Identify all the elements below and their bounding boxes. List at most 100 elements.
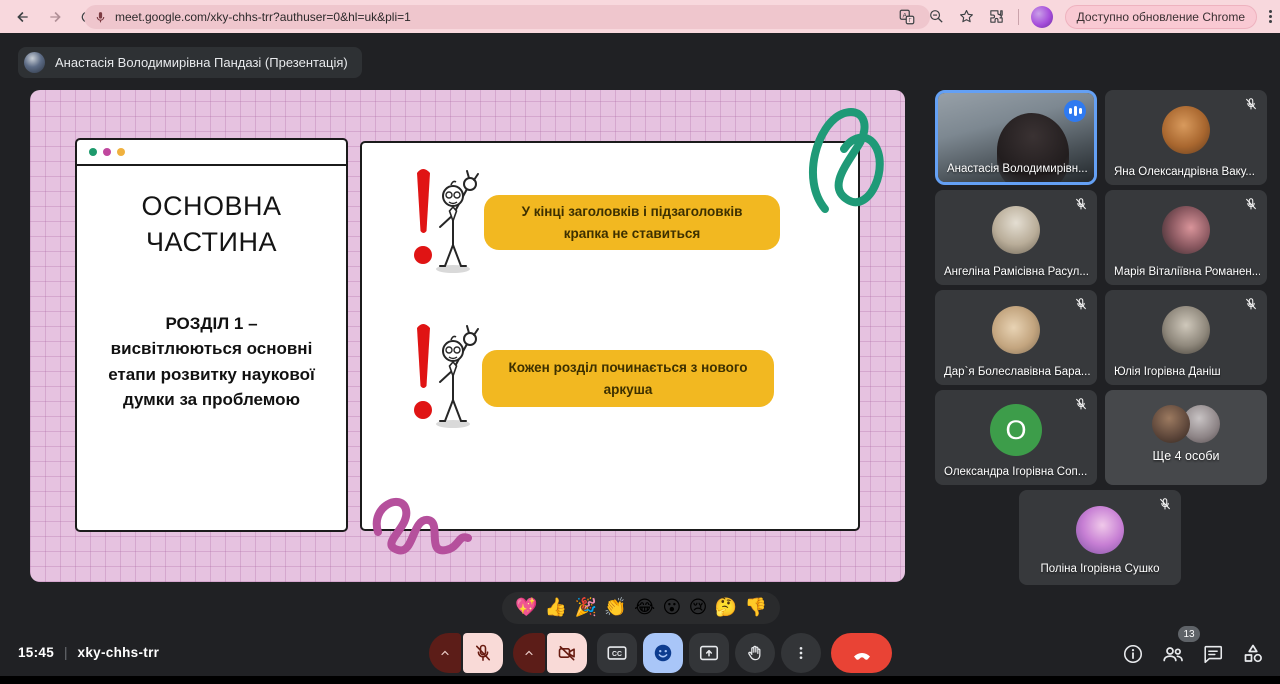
chrome-update-label: Доступно обновление Chrome: [1077, 10, 1245, 24]
participant-name: Марія Віталіївна Романен...: [1114, 266, 1260, 278]
participants-count-badge: 13: [1178, 626, 1200, 642]
reaction-heart[interactable]: 💖: [515, 599, 537, 617]
presenter-avatar: [24, 52, 45, 73]
activities-panel-icon[interactable]: [1240, 641, 1266, 667]
reaction-thinking[interactable]: 🤔: [715, 599, 737, 617]
captions-button[interactable]: CC: [597, 633, 637, 673]
participant-avatar: [1076, 506, 1124, 554]
participant-avatar: [1162, 106, 1210, 154]
meeting-panels: [1120, 641, 1266, 667]
url-text: meet.google.com/xky-chhs-trr?authuser=0&…: [115, 10, 411, 24]
back-icon[interactable]: [14, 8, 32, 26]
more-participants-tile[interactable]: Ще 4 особи: [1105, 390, 1267, 485]
camera-control-group: [513, 633, 587, 673]
exclamation-figure-2: [407, 320, 482, 432]
meeting-code: xky-chhs-trr: [78, 645, 160, 660]
chrome-update-button[interactable]: Доступно обновление Chrome: [1065, 5, 1257, 29]
zoom-out-icon[interactable]: [928, 8, 946, 26]
more-participants-label: Ще 4 особи: [1152, 449, 1219, 463]
slide-body-heading: РОЗДІЛ 1 –: [93, 311, 331, 337]
participant-tile[interactable]: Юлія Ігорівна Даніш: [1105, 290, 1267, 385]
exclamation-figure-1: [407, 165, 482, 277]
google-meet-window: meet.google.com/xky-chhs-trr?authuser=0&…: [0, 0, 1280, 684]
participant-name: Поліна Ігорівна Сушко: [1041, 563, 1160, 575]
reaction-party[interactable]: 🎉: [575, 599, 597, 617]
mic-muted-icon: [1244, 197, 1258, 211]
bookmark-star-icon[interactable]: [958, 8, 976, 26]
participant-name: Юлія Ігорівна Даніш: [1114, 366, 1221, 378]
meeting-info: 15:45 | xky-chhs-trr: [18, 645, 159, 660]
camera-options-chevron[interactable]: [513, 633, 545, 673]
participant-tile[interactable]: Ангеліна Рамісівна Расул...: [935, 190, 1097, 285]
speaking-indicator-icon: [1064, 100, 1086, 122]
forward-icon[interactable]: [46, 8, 64, 26]
mic-muted-icon: [1074, 297, 1088, 311]
translate-icon[interactable]: AГ: [898, 8, 916, 26]
participant-avatar: [1162, 206, 1210, 254]
reaction-thumbs-up[interactable]: 👍: [545, 599, 567, 617]
info-separator: |: [64, 645, 68, 660]
reaction-laugh[interactable]: 😂: [634, 599, 655, 617]
slide-note-2-text: Кожен розділ починається з нового аркуша: [500, 357, 756, 400]
presenter-name: Анастасія Володимирівна Пандазі (Презент…: [55, 55, 348, 70]
extensions-icon[interactable]: [988, 8, 1006, 26]
browser-menu-icon[interactable]: [1269, 10, 1272, 23]
participant-avatar: [992, 306, 1040, 354]
slide-note-1-text: У кінці заголовків і підзаголовків крапк…: [502, 201, 762, 244]
window-dot-yellow: [117, 148, 125, 156]
shared-presentation: ОСНОВНА ЧАСТИНА РОЗДІЛ 1 – висвітлюються…: [30, 90, 905, 582]
slide-window-chrome: [77, 140, 346, 166]
participant-tile[interactable]: Яна Олександрівна Ваку...: [1105, 90, 1267, 185]
participant-initial-avatar: О: [990, 404, 1042, 456]
participant-tile[interactable]: Поліна Ігорівна Сушко: [1019, 490, 1181, 585]
raise-hand-button[interactable]: [735, 633, 775, 673]
participant-tile[interactable]: О Олександра Ігорівна Соп...: [935, 390, 1097, 485]
slide-title: ОСНОВНА ЧАСТИНА: [77, 188, 346, 261]
present-button[interactable]: [689, 633, 729, 673]
mic-muted-button[interactable]: [463, 633, 503, 673]
presenter-banner: Анастасія Володимирівна Пандазі (Презент…: [18, 47, 362, 78]
participants-panel-icon[interactable]: [1160, 641, 1186, 667]
teal-scribble-decoration: [800, 104, 900, 219]
participant-avatar: [992, 206, 1040, 254]
participant-name: Яна Олександрівна Ваку...: [1114, 166, 1255, 178]
mic-control-group: [429, 633, 503, 673]
browser-profile-avatar[interactable]: [1031, 6, 1053, 28]
slide-note-2: Кожен розділ починається з нового аркуша: [482, 350, 774, 407]
window-dot-green: [89, 148, 97, 156]
address-bar[interactable]: meet.google.com/xky-chhs-trr?authuser=0&…: [84, 5, 930, 29]
mic-permission-icon: [94, 11, 107, 24]
browser-toolbar: meet.google.com/xky-chhs-trr?authuser=0&…: [0, 0, 1280, 33]
participant-tile[interactable]: Марія Віталіївна Романен...: [1105, 190, 1267, 285]
participant-tile[interactable]: Анастасія Володимирівн...: [935, 90, 1097, 185]
screen-bottom-strip: [0, 676, 1280, 684]
reaction-clap[interactable]: 👏: [604, 599, 626, 617]
chat-panel-icon[interactable]: [1200, 641, 1226, 667]
reaction-surprised[interactable]: 😮: [663, 599, 682, 617]
reactions-button[interactable]: [643, 633, 683, 673]
mic-options-chevron[interactable]: [429, 633, 461, 673]
more-options-button[interactable]: [781, 633, 821, 673]
toolbar-divider: [1018, 9, 1019, 25]
mic-muted-icon: [1244, 97, 1258, 111]
end-call-button[interactable]: [831, 633, 892, 673]
call-controls: CC: [429, 633, 892, 673]
svg-text:CC: CC: [612, 651, 622, 658]
window-dot-magenta: [103, 148, 111, 156]
reaction-cry[interactable]: 😢: [689, 599, 708, 617]
reactions-bar: 💖 👍 🎉 👏 😂 😮 😢 🤔 👎: [502, 592, 780, 624]
reaction-thumbs-down[interactable]: 👎: [745, 599, 767, 617]
participant-name: Олександра Ігорівна Соп...: [944, 466, 1087, 478]
more-participants-avatars: [1152, 405, 1220, 443]
slide-body-text: висвітлюються основні етапи розвитку нау…: [93, 336, 331, 413]
clock-time: 15:45: [18, 645, 54, 660]
participant-tile[interactable]: Дар`я Болеславівна Бара...: [935, 290, 1097, 385]
mic-muted-icon: [1074, 397, 1088, 411]
participant-name: Ангеліна Рамісівна Расул...: [944, 266, 1089, 278]
camera-off-button[interactable]: [547, 633, 587, 673]
mic-muted-icon: [1158, 497, 1172, 511]
pink-scribble-decoration: [370, 492, 490, 564]
info-panel-icon[interactable]: [1120, 641, 1146, 667]
mic-muted-icon: [1244, 297, 1258, 311]
mic-muted-icon: [1074, 197, 1088, 211]
